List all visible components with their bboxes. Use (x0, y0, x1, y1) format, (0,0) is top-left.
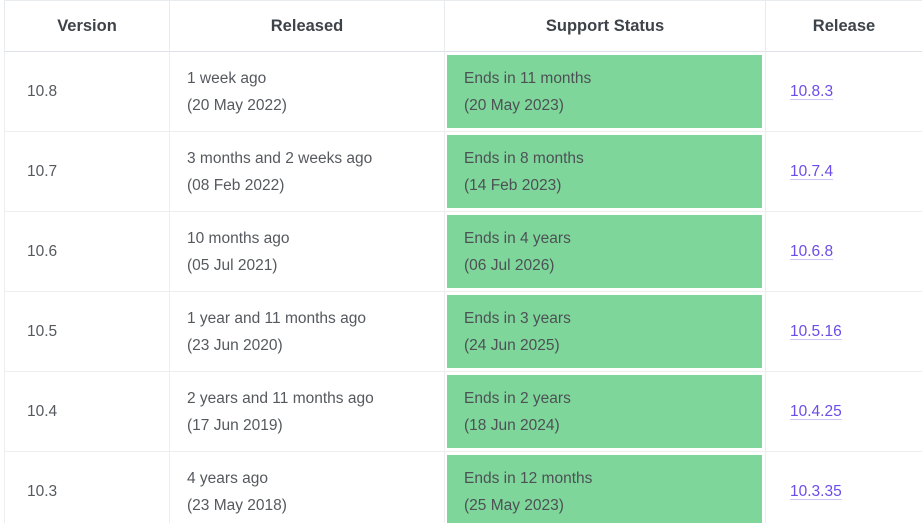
cell-released: 2 years and 11 months ago (17 Jun 2019) (170, 372, 445, 452)
cell-version: 10.6 (4, 212, 170, 292)
release-version-link[interactable]: 10.4.25 (790, 403, 842, 420)
support-status-badge: Ends in 8 months (14 Feb 2023) (447, 135, 762, 208)
cell-release: 10.3.35 (766, 452, 922, 523)
status-relative: Ends in 8 months (464, 149, 584, 167)
cell-released: 3 months and 2 weeks ago (08 Feb 2022) (170, 132, 445, 212)
cell-support-status: Ends in 3 years (24 Jun 2025) (445, 292, 766, 372)
status-relative: Ends in 3 years (464, 309, 571, 327)
support-status-badge: Ends in 4 years (06 Jul 2026) (447, 215, 762, 288)
column-header-released[interactable]: Released (170, 0, 445, 52)
table-body: 10.8 1 week ago (20 May 2022) Ends in 11… (4, 52, 922, 523)
support-status-badge: Ends in 11 months (20 May 2023) (447, 55, 762, 128)
cell-support-status: Ends in 2 years (18 Jun 2024) (445, 372, 766, 452)
cell-release: 10.5.16 (766, 292, 922, 372)
cell-released: 4 years ago (23 May 2018) (170, 452, 445, 523)
column-header-release[interactable]: Release (766, 0, 922, 52)
cell-support-status: Ends in 4 years (06 Jul 2026) (445, 212, 766, 292)
release-version-link[interactable]: 10.8.3 (790, 83, 833, 100)
cell-support-status: Ends in 8 months (14 Feb 2023) (445, 132, 766, 212)
status-date: (18 Jun 2024) (464, 416, 560, 434)
released-date: (23 Jun 2020) (187, 336, 283, 354)
cell-release: 10.8.3 (766, 52, 922, 132)
cell-version: 10.3 (4, 452, 170, 523)
column-header-support-status[interactable]: Support Status (445, 0, 766, 52)
release-version-link[interactable]: 10.5.16 (790, 323, 842, 340)
cell-version: 10.5 (4, 292, 170, 372)
released-date: (05 Jul 2021) (187, 256, 278, 274)
status-relative: Ends in 4 years (464, 229, 571, 247)
cell-support-status: Ends in 12 months (25 May 2023) (445, 452, 766, 523)
table-row: 10.8 1 week ago (20 May 2022) Ends in 11… (4, 52, 922, 132)
status-date: (06 Jul 2026) (464, 256, 555, 274)
table-header-row: Version Released Support Status Release (4, 0, 922, 52)
released-date: (08 Feb 2022) (187, 176, 285, 194)
cell-version: 10.7 (4, 132, 170, 212)
released-relative: 1 year and 11 months ago (187, 309, 366, 327)
cell-released: 10 months ago (05 Jul 2021) (170, 212, 445, 292)
support-status-badge: Ends in 12 months (25 May 2023) (447, 455, 762, 523)
cell-support-status: Ends in 11 months (20 May 2023) (445, 52, 766, 132)
table-row: 10.4 2 years and 11 months ago (17 Jun 2… (4, 372, 922, 452)
table-row: 10.3 4 years ago (23 May 2018) Ends in 1… (4, 452, 922, 523)
table-row: 10.5 1 year and 11 months ago (23 Jun 20… (4, 292, 922, 372)
status-relative: Ends in 12 months (464, 469, 593, 487)
column-header-version[interactable]: Version (4, 0, 170, 52)
status-date: (24 Jun 2025) (464, 336, 560, 354)
status-date: (14 Feb 2023) (464, 176, 562, 194)
released-date: (17 Jun 2019) (187, 416, 283, 434)
cell-version: 10.4 (4, 372, 170, 452)
eol-table-container: Version Released Support Status Release … (0, 0, 922, 523)
cell-release: 10.4.25 (766, 372, 922, 452)
status-date: (25 May 2023) (464, 496, 564, 514)
status-date: (20 May 2023) (464, 96, 564, 114)
released-relative: 10 months ago (187, 229, 290, 247)
release-version-link[interactable]: 10.3.35 (790, 483, 842, 500)
status-relative: Ends in 2 years (464, 389, 571, 407)
table-row: 10.7 3 months and 2 weeks ago (08 Feb 20… (4, 132, 922, 212)
support-status-badge: Ends in 2 years (18 Jun 2024) (447, 375, 762, 448)
released-date: (20 May 2022) (187, 96, 287, 114)
status-relative: Ends in 11 months (464, 69, 592, 87)
release-version-link[interactable]: 10.7.4 (790, 163, 833, 180)
table-row: 10.6 10 months ago (05 Jul 2021) Ends in… (4, 212, 922, 292)
cell-release: 10.7.4 (766, 132, 922, 212)
released-date: (23 May 2018) (187, 496, 287, 514)
table-header: Version Released Support Status Release (4, 0, 922, 52)
cell-released: 1 year and 11 months ago (23 Jun 2020) (170, 292, 445, 372)
release-version-link[interactable]: 10.6.8 (790, 243, 833, 260)
end-of-life-support-table: Version Released Support Status Release … (4, 0, 922, 523)
cell-version: 10.8 (4, 52, 170, 132)
released-relative: 2 years and 11 months ago (187, 389, 374, 407)
released-relative: 4 years ago (187, 469, 268, 487)
cell-release: 10.6.8 (766, 212, 922, 292)
released-relative: 1 week ago (187, 69, 267, 87)
support-status-badge: Ends in 3 years (24 Jun 2025) (447, 295, 762, 368)
released-relative: 3 months and 2 weeks ago (187, 149, 373, 167)
cell-released: 1 week ago (20 May 2022) (170, 52, 445, 132)
